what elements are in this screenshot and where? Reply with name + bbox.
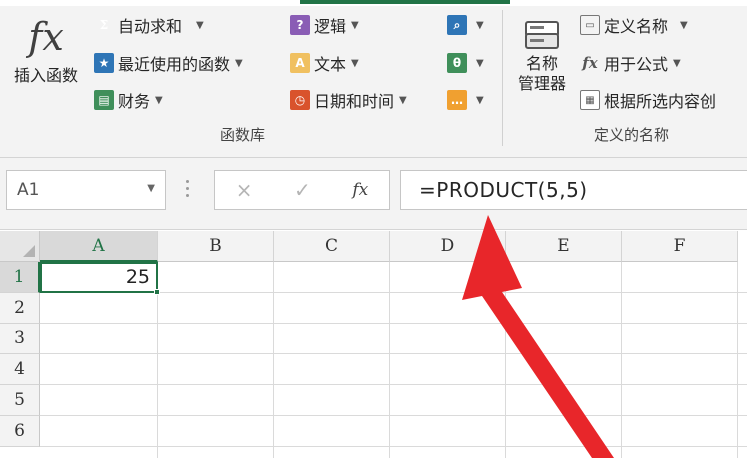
- chevron-down-icon: ▼: [476, 94, 484, 106]
- name-manager-icon: [525, 21, 559, 49]
- active-tab-indicator: [300, 0, 510, 4]
- row-gridline: [40, 322, 747, 324]
- create-from-selection-label: 根据所选内容创: [604, 92, 717, 111]
- column-header-d[interactable]: D: [390, 231, 506, 262]
- financial-label: 财务: [118, 92, 151, 111]
- logical-button[interactable]: ? 逻辑 ▼: [290, 10, 359, 40]
- defined-names-group-label: 定义的名称: [594, 126, 670, 144]
- chevron-down-icon: ▼: [155, 94, 163, 106]
- formula-buttons: × ✓ fx: [214, 170, 390, 210]
- grid-icon: ▦: [580, 90, 600, 110]
- autosum-button[interactable]: Σ 自动求和 ▼: [94, 10, 204, 40]
- question-book-icon: ?: [290, 15, 310, 35]
- chevron-down-icon: ▼: [476, 19, 484, 31]
- star-icon: ★: [94, 53, 114, 73]
- row-header-3[interactable]: 3: [0, 323, 40, 355]
- chevron-down-icon: ▼: [351, 57, 359, 69]
- function-library-group-label: 函数库: [220, 126, 266, 144]
- text-label: 文本: [314, 55, 347, 74]
- cancel-icon[interactable]: ×: [236, 178, 253, 202]
- insert-function-label: 插入函数: [13, 66, 78, 85]
- row-gridline: [40, 445, 747, 447]
- chevron-down-icon: ▼: [235, 57, 243, 69]
- logical-label: 逻辑: [314, 17, 347, 36]
- text-button[interactable]: A 文本 ▼: [290, 48, 359, 78]
- chevron-down-icon: ▼: [680, 19, 688, 31]
- math-trig-button[interactable]: θ ▼: [447, 48, 484, 78]
- clock-icon: ◷: [290, 90, 310, 110]
- chevron-down-icon[interactable]: ▼: [147, 183, 155, 194]
- financial-icon: ▤: [94, 90, 114, 110]
- formula-input[interactable]: =PRODUCT(5,5): [400, 170, 747, 210]
- group-divider: [502, 10, 503, 146]
- more-functions-button[interactable]: … ▼: [447, 85, 484, 115]
- enter-icon[interactable]: ✓: [294, 178, 311, 202]
- recent-functions-label: 最近使用的函数: [118, 55, 231, 74]
- chevron-down-icon: ▼: [196, 19, 204, 31]
- fx-small-icon: fx: [582, 54, 598, 72]
- lookup-reference-button[interactable]: ⌕ ▼: [447, 10, 484, 40]
- use-in-formula-label: 用于公式: [604, 55, 669, 74]
- create-from-selection-button[interactable]: ▦ 根据所选内容创: [580, 85, 716, 115]
- cell-a1[interactable]: 25: [40, 262, 160, 295]
- fx-icon: fx: [28, 15, 64, 59]
- spreadsheet-grid: A B C D E F 1 2 3 4 5 6 25: [0, 231, 747, 458]
- chevron-down-icon: ▼: [399, 94, 407, 106]
- datetime-label: 日期和时间: [314, 92, 395, 111]
- theta-icon: θ: [447, 53, 467, 73]
- chevron-down-icon: ▼: [673, 57, 681, 69]
- column-header-b[interactable]: B: [158, 231, 274, 262]
- name-manager-label-line2: 管理器: [517, 74, 566, 93]
- name-manager-label-line1: 名称: [525, 54, 558, 73]
- name-box[interactable]: A1 ▼: [6, 170, 166, 210]
- name-manager-button[interactable]: 名称 管理器: [510, 14, 574, 94]
- select-all-button[interactable]: [0, 231, 40, 262]
- column-header-a[interactable]: A: [40, 231, 158, 262]
- use-in-formula-button[interactable]: fx 用于公式 ▼: [580, 48, 681, 78]
- define-name-button[interactable]: ▭ 定义名称 ▼: [580, 10, 688, 40]
- formula-bar-grip[interactable]: [186, 180, 190, 200]
- row-header-1[interactable]: 1: [0, 262, 40, 293]
- datetime-button[interactable]: ◷ 日期和时间 ▼: [290, 85, 407, 115]
- formula-text: =PRODUCT(5,5): [419, 178, 588, 202]
- autosum-label: 自动求和: [118, 17, 183, 36]
- row-header-6[interactable]: 6: [0, 416, 40, 447]
- chevron-down-icon: ▼: [351, 19, 359, 31]
- define-name-label: 定义名称: [604, 17, 669, 36]
- financial-button[interactable]: ▤ 财务 ▼: [94, 85, 163, 115]
- magnifier-icon: ⌕: [447, 15, 467, 35]
- row-gridline: [40, 384, 747, 386]
- name-box-value: A1: [17, 180, 40, 200]
- more-icon: …: [447, 90, 467, 110]
- cell-value: 25: [125, 266, 150, 289]
- row-gridline: [40, 353, 747, 355]
- row-header-5[interactable]: 5: [0, 385, 40, 416]
- tag-icon: ▭: [580, 15, 600, 35]
- row-header-4[interactable]: 4: [0, 354, 40, 386]
- row-gridline: [40, 415, 747, 416]
- insert-function-button[interactable]: fx 插入函数: [6, 14, 86, 86]
- row-header-2[interactable]: 2: [0, 292, 40, 324]
- text-icon: A: [290, 53, 310, 73]
- column-header-e[interactable]: E: [506, 231, 622, 262]
- formula-bar: A1 ▼ × ✓ fx =PRODUCT(5,5): [0, 158, 747, 230]
- column-header-f[interactable]: F: [622, 231, 738, 262]
- recent-functions-button[interactable]: ★ 最近使用的函数 ▼: [94, 48, 243, 78]
- ribbon: fx 插入函数 Σ 自动求和 ▼ ★ 最近使用的函数 ▼ ▤ 财务 ▼ ? 逻辑…: [0, 0, 747, 158]
- insert-function-icon[interactable]: fx: [352, 180, 368, 200]
- column-header-c[interactable]: C: [274, 231, 390, 262]
- chevron-down-icon: ▼: [476, 57, 484, 69]
- fill-handle[interactable]: [154, 288, 160, 295]
- sigma-icon: Σ: [99, 18, 109, 32]
